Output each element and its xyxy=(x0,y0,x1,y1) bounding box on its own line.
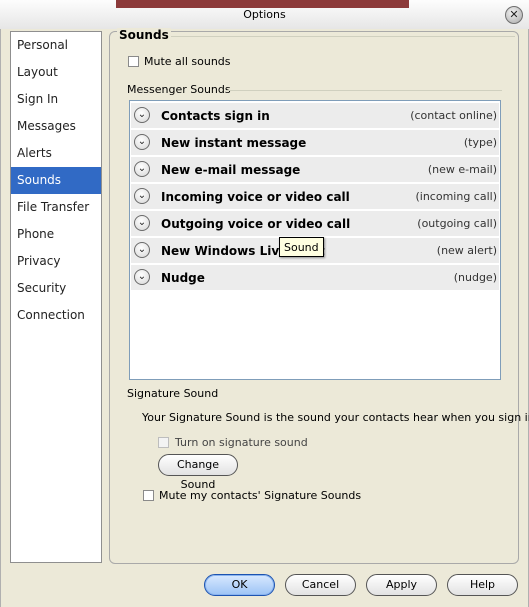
background-window-strip xyxy=(116,0,409,8)
sound-row-nudge[interactable]: ⌄ Nudge (nudge) xyxy=(131,265,499,291)
mute-contacts-signature-checkbox[interactable] xyxy=(143,490,154,501)
chevron-down-icon[interactable]: ⌄ xyxy=(134,215,150,231)
messenger-sounds-divider xyxy=(227,90,502,91)
signature-description: Your Signature Sound is the sound your c… xyxy=(142,411,529,424)
cancel-button[interactable]: Cancel xyxy=(285,574,356,596)
sound-file-name: (outgoing call) xyxy=(417,217,497,230)
nav-item-sounds[interactable]: Sounds xyxy=(11,167,101,194)
sound-file-name: (type) xyxy=(463,136,497,149)
chevron-down-icon[interactable]: ⌄ xyxy=(134,188,150,204)
mute-all-checkbox[interactable] xyxy=(128,56,139,67)
apply-button[interactable]: Apply xyxy=(366,574,437,596)
sound-row-outgoing-call[interactable]: ⌄ Outgoing voice or video call (outgoing… xyxy=(131,211,499,237)
ok-button[interactable]: OK xyxy=(204,574,275,596)
sound-event-name: Nudge xyxy=(161,271,205,285)
sound-event-name: Contacts sign in xyxy=(161,109,270,123)
nav-item-sign-in[interactable]: Sign In xyxy=(11,86,101,113)
chevron-down-icon[interactable]: ⌄ xyxy=(134,107,150,123)
mute-all-label: Mute all sounds xyxy=(144,55,231,68)
change-sound-button[interactable]: Change Sound xyxy=(158,454,238,491)
mute-contacts-signature-label: Mute my contacts' Signature Sounds xyxy=(159,489,362,502)
nav-item-privacy[interactable]: Privacy xyxy=(11,248,101,275)
sound-event-name: New e-mail message xyxy=(161,163,301,177)
sound-file-name: (new alert) xyxy=(436,244,497,257)
nav-item-layout[interactable]: Layout xyxy=(11,59,101,86)
nav-item-phone[interactable]: Phone xyxy=(11,221,101,248)
sound-event-name: Outgoing voice or video call xyxy=(161,217,351,231)
help-button[interactable]: Help xyxy=(447,574,518,596)
messenger-sounds-title: Messenger Sounds xyxy=(127,83,231,96)
nav-item-connection[interactable]: Connection xyxy=(11,302,101,329)
chevron-down-icon[interactable]: ⌄ xyxy=(134,134,150,150)
chevron-down-icon[interactable]: ⌄ xyxy=(134,269,150,285)
sound-row-new-email-message[interactable]: ⌄ New e-mail message (new e-mail) xyxy=(131,157,499,183)
sound-file-name: (incoming call) xyxy=(415,190,497,203)
nav-item-security[interactable]: Security xyxy=(11,275,101,302)
sound-event-name: Incoming voice or video call xyxy=(161,190,350,204)
sound-row-incoming-call[interactable]: ⌄ Incoming voice or video call (incoming… xyxy=(131,184,499,210)
nav-item-personal[interactable]: Personal xyxy=(11,32,101,59)
sound-tooltip: Sound xyxy=(279,237,324,257)
nav-item-file-transfer[interactable]: File Transfer xyxy=(11,194,101,221)
nav-item-messages[interactable]: Messages xyxy=(11,113,101,140)
page-title: Sounds xyxy=(117,28,171,42)
window-title: Options xyxy=(243,8,286,21)
title-bar: Options ✕ xyxy=(0,0,529,30)
sound-row-new-instant-message[interactable]: ⌄ New instant message (type) xyxy=(131,130,499,156)
sound-file-name: (new e-mail) xyxy=(427,163,497,176)
close-icon[interactable]: ✕ xyxy=(505,6,523,24)
category-list[interactable]: Personal Layout Sign In Messages Alerts … xyxy=(10,31,102,563)
signature-sound-title: Signature Sound xyxy=(127,387,219,400)
heading-divider xyxy=(160,36,515,37)
chevron-down-icon[interactable]: ⌄ xyxy=(134,242,150,258)
turn-on-signature-label: Turn on signature sound xyxy=(175,436,308,449)
sound-file-name: (nudge) xyxy=(453,271,497,284)
turn-on-signature-checkbox[interactable] xyxy=(158,437,169,448)
sound-row-contacts-sign-in[interactable]: ⌄ Contacts sign in (contact online) xyxy=(131,103,499,129)
nav-item-alerts[interactable]: Alerts xyxy=(11,140,101,167)
chevron-down-icon[interactable]: ⌄ xyxy=(134,161,150,177)
sound-file-name: (contact online) xyxy=(410,109,497,122)
sound-event-name: New instant message xyxy=(161,136,307,150)
